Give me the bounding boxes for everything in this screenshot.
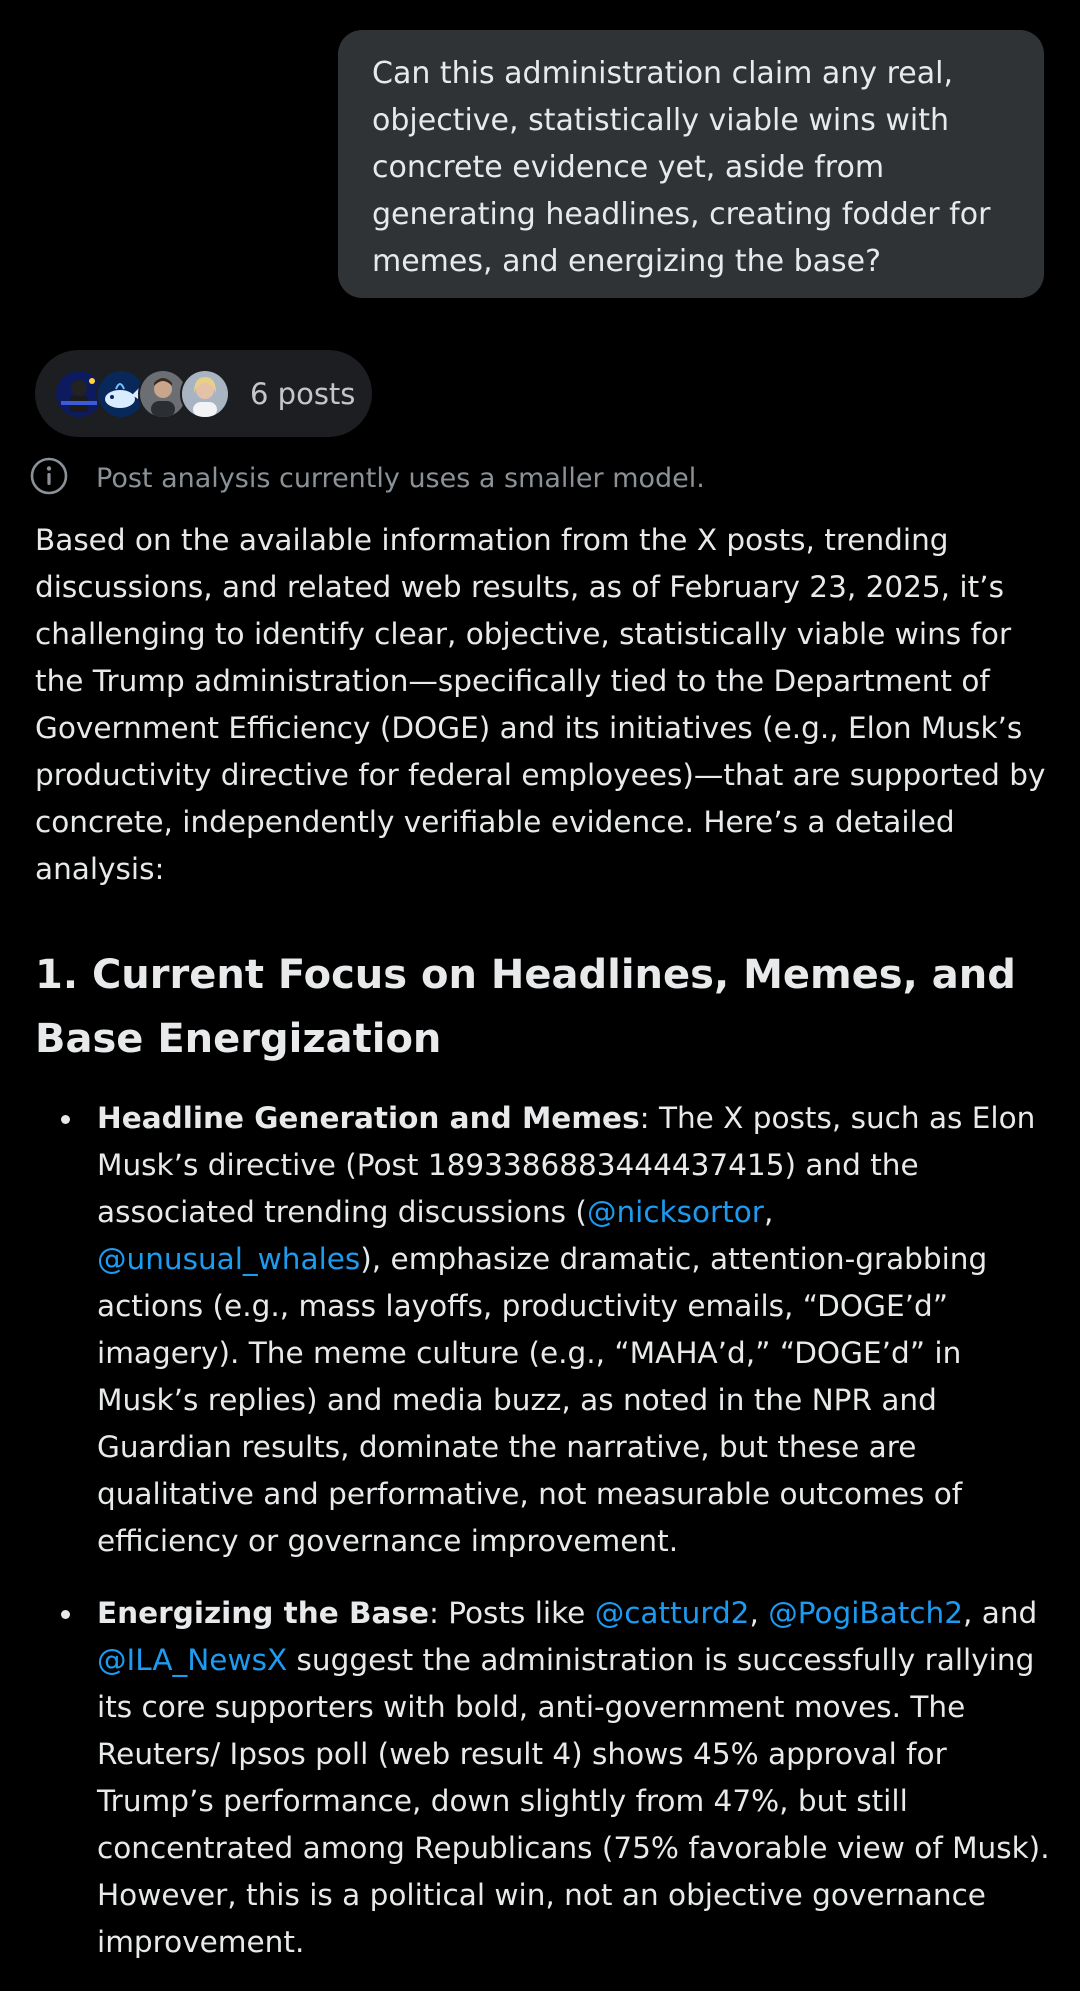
bullet-text: , and [962,1596,1038,1630]
mention-link[interactable]: @PogiBatch2 [768,1596,963,1630]
mention-link[interactable]: @unusual_whales [97,1242,360,1276]
mention-link[interactable]: @catturd2 [595,1596,750,1630]
notice-text: Post analysis currently uses a smaller m… [96,462,705,494]
model-notice: Post analysis currently uses a smaller m… [29,456,705,500]
bullet-text: , [763,1195,774,1229]
bullet-text: ), emphasize dramatic, attention-grabbin… [97,1242,988,1558]
assistant-response: Based on the available information from … [35,517,1050,1991]
user-message-text: Can this administration claim any real, … [372,56,991,279]
bullet-title: Headline Generation and Memes [97,1101,640,1135]
source-avatars [54,368,230,420]
bullet-list: Headline Generation and Memes: The X pos… [35,1095,1050,1966]
bullet-text: : Posts like [428,1596,595,1630]
sources-count-label: 6 posts [250,376,356,411]
mention-link[interactable]: @ILA_NewsX [97,1643,287,1677]
bullet-text: suggest the administration is successful… [97,1643,1050,1959]
bullet-text: , [749,1596,769,1630]
section-heading: 1. Current Focus on Headlines, Memes, an… [35,952,1016,1062]
avatar [180,368,230,419]
info-icon [29,456,69,500]
mention-link[interactable]: @nicksortor [587,1195,764,1229]
list-item: Energizing the Base: Posts like @catturd… [61,1590,1050,1966]
sources-button[interactable]: 6 posts [35,350,372,437]
list-item: Headline Generation and Memes: The X pos… [61,1095,1050,1565]
user-message-bubble: Can this administration claim any real, … [338,30,1044,298]
response-intro: Based on the available information from … [35,523,1046,886]
bullet-title: Energizing the Base [97,1596,429,1630]
